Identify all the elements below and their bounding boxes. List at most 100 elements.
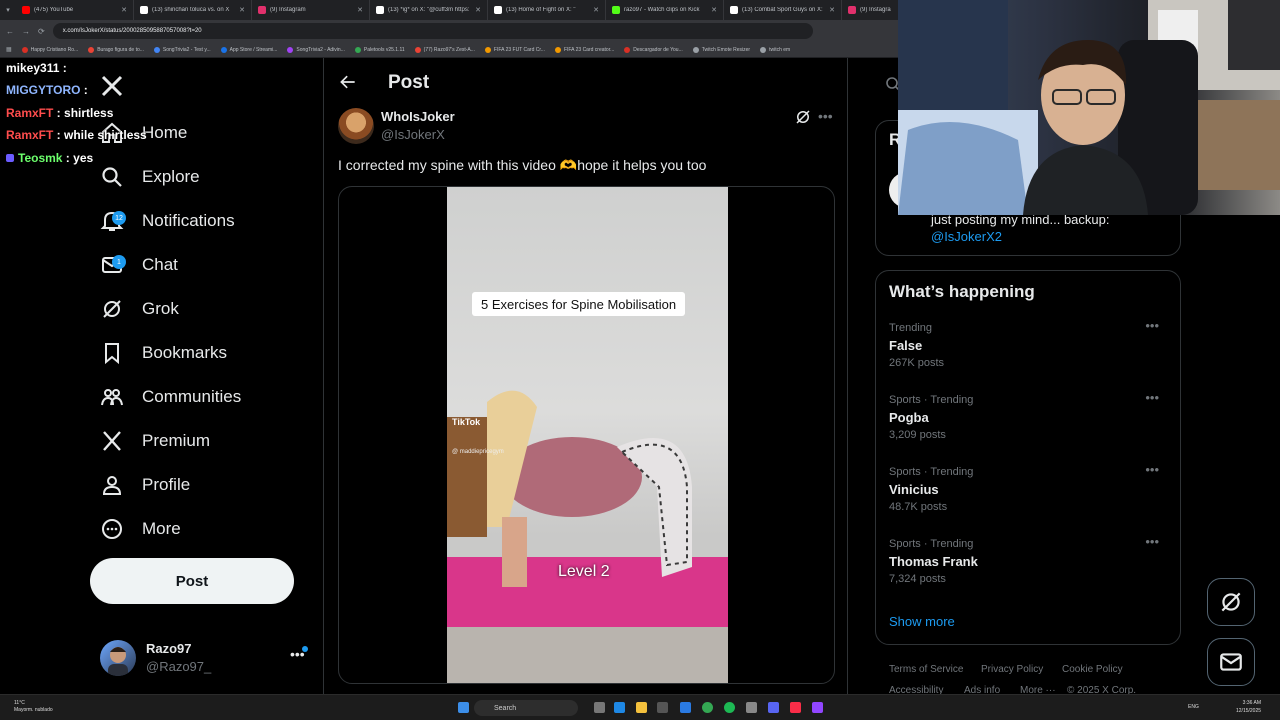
bookmark-favicon-icon (354, 46, 361, 53)
show-more-link[interactable]: Show more (889, 614, 955, 629)
author-name[interactable]: WhoIsJoker (381, 109, 455, 124)
browser-tab[interactable]: (9) Instagram ✕ (252, 0, 370, 20)
discord-icon[interactable] (768, 702, 779, 713)
browser-tab[interactable]: razo97 - Watch clips on Kick ✕ (606, 0, 724, 20)
bookmark-item[interactable]: SongTrivia2 - Test y... (153, 46, 211, 53)
bookmark-item[interactable]: Happy Cristiano Ro... (21, 46, 78, 53)
language-indicator[interactable]: ENG (1188, 704, 1199, 710)
bookmark-item[interactable]: twitch em (760, 46, 790, 53)
x-logo-icon[interactable] (100, 74, 124, 98)
relevant-link[interactable]: @IsJokerX2 (931, 229, 1002, 244)
browser-tab[interactable]: (13) Home of Fight on X: " ✕ (488, 0, 606, 20)
footer-link[interactable]: Cookie Policy (1062, 664, 1123, 675)
trend-item[interactable]: Sports · Trending Pogba 3,209 posts ••• (889, 390, 1169, 452)
bookmark-item[interactable]: FIFA 23 Card creator... (554, 46, 614, 53)
account-switcher[interactable]: Razo97 @Razo97_ ••• (100, 638, 312, 678)
profile-icon (102, 476, 122, 495)
edge-icon[interactable] (614, 702, 625, 713)
taskbar-clock[interactable]: 3:36 AM 12/15/2025 (1236, 699, 1261, 715)
browser-tab[interactable]: (13) *ig* on X: "@cuff3m https: ✕ (370, 0, 488, 20)
url-input[interactable]: x.com/IsJokerX/status/200028509588705700… (52, 23, 813, 39)
media-card[interactable]: 5 Exercises for Spine Mobilisation Level… (338, 186, 835, 684)
bookmark-item[interactable]: App Store / Streami... (220, 46, 277, 53)
post-text: I corrected my spine with this video 🫶ho… (338, 157, 707, 173)
footer-link[interactable]: Terms of Service (889, 664, 963, 675)
tab-title: (13) *ig* on X: "@cuff3m https: (388, 7, 470, 13)
grok-floating-button[interactable] (1207, 578, 1255, 626)
nav-item-label: Home (142, 123, 188, 142)
nav-item-grok[interactable]: Grok (100, 291, 179, 327)
nav-item-premium[interactable]: Premium (100, 423, 210, 459)
video-player[interactable]: 5 Exercises for Spine Mobilisation Level… (447, 187, 728, 683)
start-icon[interactable] (458, 702, 469, 713)
bookmark-label: Descargador de You... (633, 46, 683, 53)
browser-tab[interactable]: (13) shinchan toluca vs. on X ✕ (134, 0, 252, 20)
nav-item-bookmarks[interactable]: Bookmarks (100, 335, 227, 371)
bookmark-item[interactable]: SongTrivia2 - Adivin... (287, 46, 345, 53)
nav-item-communities[interactable]: Communities (100, 379, 241, 415)
bookmark-item[interactable]: Paletools v25.1.11 (354, 46, 405, 53)
tab-close-icon[interactable]: ✕ (593, 6, 599, 14)
nav-item-profile[interactable]: Profile (100, 467, 190, 503)
trend-more-icon[interactable]: ••• (1145, 318, 1159, 333)
trend-more-icon[interactable]: ••• (1145, 462, 1159, 477)
tab-close-icon[interactable]: ✕ (711, 6, 717, 14)
store-icon[interactable] (657, 702, 668, 713)
nav-item-chat[interactable]: 1 Chat (100, 247, 178, 283)
tab-favicon-icon (22, 6, 30, 14)
tab-list-chevron-icon[interactable]: ▾ (0, 0, 16, 20)
mail-app-icon[interactable] (680, 702, 691, 713)
bookmark-item[interactable]: Descargador de You... (624, 46, 683, 53)
account-avatar (100, 640, 136, 676)
chat-message: Teosmk : yes (6, 151, 93, 165)
tab-title: (13) Home of Fight on X: " (506, 7, 576, 13)
trend-more-icon[interactable]: ••• (1145, 534, 1159, 549)
nav-item-explore[interactable]: Explore (100, 159, 200, 195)
music-icon[interactable] (790, 702, 801, 713)
bookmark-item[interactable]: FIFA 23 FUT Card Cr... (484, 46, 545, 53)
chat-username: MIGGYTORO (6, 83, 81, 97)
bookmark-label: Twitch Emote Resizer (701, 46, 751, 53)
bookmark-item[interactable]: Twitch Emote Resizer (692, 46, 751, 53)
forward-nav-icon[interactable]: → (22, 27, 30, 36)
trend-more-icon[interactable]: ••• (1145, 390, 1159, 405)
bookmark-item[interactable]: Burago figura de to... (88, 46, 144, 53)
browser-tab[interactable]: (13) Combat Sport Guys on X: ✕ (724, 0, 842, 20)
apps-grid-icon[interactable]: ▦ (6, 46, 12, 53)
nav-item-more[interactable]: More (100, 511, 181, 547)
reload-icon[interactable]: ⟳ (38, 27, 45, 36)
trend-name: False (889, 338, 923, 353)
nav-item-notifications[interactable]: 12 Notifications (100, 203, 235, 239)
twitch-icon[interactable] (812, 702, 823, 713)
tab-close-icon[interactable]: ✕ (829, 6, 835, 14)
nav-item-label: Communities (142, 387, 242, 406)
settings-gear-icon[interactable] (746, 702, 757, 713)
tab-close-icon[interactable]: ✕ (121, 6, 127, 14)
communities-icon (101, 389, 123, 406)
author-handle[interactable]: @IsJokerX (381, 127, 445, 142)
post-compose-button[interactable]: Post (90, 558, 294, 604)
spotify-icon[interactable] (724, 702, 735, 713)
back-nav-icon[interactable]: ← (6, 27, 14, 36)
tab-close-icon[interactable]: ✕ (475, 6, 481, 14)
file-explorer-icon[interactable] (636, 702, 647, 713)
chrome-icon[interactable] (702, 702, 713, 713)
back-arrow-icon[interactable] (338, 72, 358, 92)
taskbar-search[interactable]: Search (474, 700, 578, 716)
trend-item[interactable]: Sports · Trending Thomas Frank 7,324 posts… (889, 534, 1169, 596)
bookmark-item[interactable]: (77) Razo97's Zest-A... (414, 46, 475, 53)
footer-link[interactable]: Privacy Policy (981, 664, 1043, 675)
browser-tab[interactable]: (475) YouTube ✕ (16, 0, 134, 20)
messages-floating-button[interactable] (1207, 638, 1255, 686)
taskbar-search-label: Search (494, 704, 517, 712)
tab-close-icon[interactable]: ✕ (239, 6, 245, 14)
author-avatar[interactable] (338, 108, 374, 144)
task-view-icon[interactable] (594, 702, 605, 713)
grok-icon[interactable] (794, 108, 812, 126)
trend-item[interactable]: Trending False 267K posts ••• (889, 318, 1169, 380)
weather-widget[interactable]: 11°C Mayorm. nublado (14, 700, 53, 714)
bookmark-favicon-icon (88, 46, 95, 53)
trend-item[interactable]: Sports · Trending Vinicius 48.7K posts ••• (889, 462, 1169, 524)
tab-close-icon[interactable]: ✕ (357, 6, 363, 14)
post-more-icon[interactable]: ••• (818, 108, 833, 124)
